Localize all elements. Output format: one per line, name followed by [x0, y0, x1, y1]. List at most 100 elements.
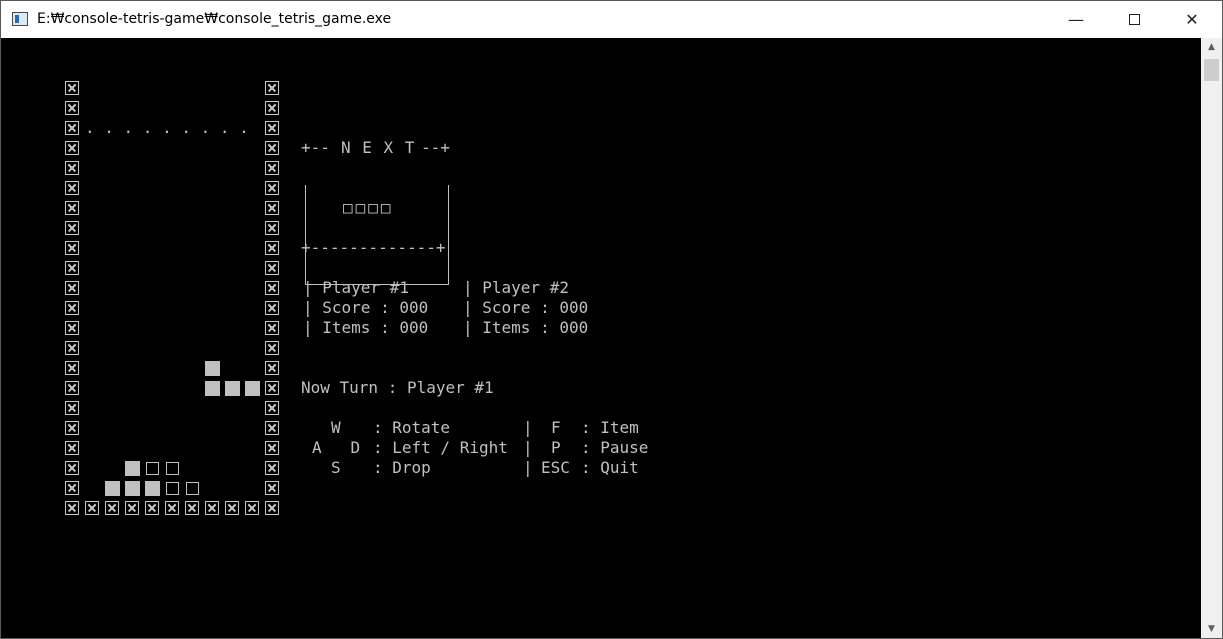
close-icon: ✕ — [1185, 10, 1199, 29]
board-wall-cell — [265, 221, 279, 235]
player1-items: 000 — [399, 318, 429, 337]
player1-score-label: Score — [322, 298, 371, 317]
board-wall-cell — [265, 361, 279, 375]
board-wall-cell — [65, 401, 79, 415]
board-wall-cell — [65, 141, 79, 155]
rotate-label: Rotate — [392, 418, 451, 437]
board-wall-cell — [265, 421, 279, 435]
player2-items-row: | Items : 000 — [463, 318, 589, 337]
player2-name: Player #2 — [482, 278, 569, 297]
board-wall-cell — [65, 181, 79, 195]
vertical-scrollbar[interactable]: ▲ ▼ — [1201, 38, 1222, 638]
controls-divider-2: | — [523, 438, 533, 457]
maximize-icon — [1128, 14, 1140, 25]
active-piece-block — [205, 361, 220, 376]
board-wall-cell — [265, 501, 279, 515]
board-wall-cell — [65, 441, 79, 455]
board-wall-cell — [165, 501, 179, 515]
next-label: N E X T — [341, 138, 416, 157]
board-wall-cell — [265, 241, 279, 255]
player1-name-row: | Player #1 — [303, 278, 409, 297]
board-wall-cell — [265, 81, 279, 95]
board-wall-cell — [205, 501, 219, 515]
stack-block-outline — [146, 462, 159, 475]
next-piece: □□□□ — [343, 198, 394, 217]
move-keys: A D — [312, 438, 361, 457]
active-piece-block — [245, 381, 260, 396]
stack-block-outline — [186, 482, 199, 495]
turn-row: Now Turn : Player #1 — [301, 378, 494, 397]
board-wall-cell — [65, 481, 79, 495]
stack-block-outline — [166, 462, 179, 475]
maximize-button[interactable] — [1105, 1, 1163, 38]
board-wall-cell — [265, 161, 279, 175]
title-bar[interactable]: E:₩console-tetris-game₩console_tetris_ga… — [1, 1, 1222, 38]
player1-items-label: Items — [322, 318, 371, 337]
board-wall-cell — [65, 421, 79, 435]
player2-name-row: | Player #2 — [463, 278, 569, 297]
controls-divider-1: | — [523, 418, 533, 437]
player2-items-label: Items — [482, 318, 531, 337]
board-wall-cell — [65, 161, 79, 175]
quit-key: ESC — [541, 458, 570, 477]
close-button[interactable]: ✕ — [1163, 1, 1221, 38]
console-app-icon[interactable] — [12, 12, 28, 26]
minimize-button[interactable]: — — [1047, 1, 1105, 38]
console-area[interactable]: . . . . . . . . . +-- N E X T --+ +-----… — [1, 38, 1201, 638]
next-box-top-right: --+ — [421, 138, 450, 157]
board-wall-cell — [65, 381, 79, 395]
quit-hint: : Quit — [581, 458, 639, 477]
drop-hint: : Drop — [373, 458, 431, 477]
next-box-bottom: +-------------+ — [301, 238, 446, 257]
next-box-top-left: +-- — [301, 138, 330, 157]
board-wall-cell — [225, 501, 239, 515]
board-wall-cell — [185, 501, 199, 515]
minimize-icon: — — [1068, 10, 1084, 29]
active-piece-block — [225, 381, 240, 396]
pause-hint: : Pause — [581, 438, 649, 457]
rotate-hint: : Rotate — [373, 418, 451, 437]
move-hint: : Left / Right — [373, 438, 508, 457]
player1-name: Player #1 — [322, 278, 409, 297]
controls-divider-3: | — [523, 458, 533, 477]
board-wall-cell — [265, 101, 279, 115]
stack-block — [125, 461, 140, 476]
board-wall-cell — [265, 321, 279, 335]
board-wall-cell — [85, 501, 99, 515]
scroll-up-arrow-icon[interactable]: ▲ — [1201, 38, 1222, 56]
turn-value: Player #1 — [406, 378, 494, 397]
console-window: E:₩console-tetris-game₩console_tetris_ga… — [0, 0, 1223, 639]
player2-items: 000 — [559, 318, 589, 337]
board-wall-cell — [265, 341, 279, 355]
stack-block — [105, 481, 120, 496]
player1-items-row: | Items : 000 — [303, 318, 429, 337]
board-wall-cell — [65, 461, 79, 475]
item-key: F — [551, 418, 561, 437]
board-wall-cell — [265, 281, 279, 295]
scroll-thumb[interactable] — [1204, 59, 1219, 81]
pause-key: P — [551, 438, 561, 457]
board-wall-cell — [125, 501, 139, 515]
quit-label: Quit — [600, 458, 639, 477]
board-wall-cell — [65, 361, 79, 375]
turn-label: Now Turn — [301, 378, 379, 397]
board-wall-cell — [65, 201, 79, 215]
board-wall-cell — [65, 221, 79, 235]
item-label: Item — [600, 418, 639, 437]
board-wall-cell — [265, 481, 279, 495]
board-wall-cell — [65, 121, 79, 135]
board-wall-cell — [65, 301, 79, 315]
board-wall-cell — [65, 81, 79, 95]
board-wall-cell — [65, 101, 79, 115]
player1-score: 000 — [399, 298, 429, 317]
scroll-down-arrow-icon[interactable]: ▼ — [1201, 620, 1222, 638]
drop-key: S — [331, 458, 341, 477]
board-wall-cell — [65, 241, 79, 255]
player2-score-label: Score — [482, 298, 531, 317]
player1-score-row: | Score : 000 — [303, 298, 429, 317]
move-label: Left / Right — [392, 438, 508, 457]
board-wall-cell — [65, 281, 79, 295]
board-wall-cell — [265, 381, 279, 395]
board-wall-cell — [65, 321, 79, 335]
board-wall-cell — [145, 501, 159, 515]
